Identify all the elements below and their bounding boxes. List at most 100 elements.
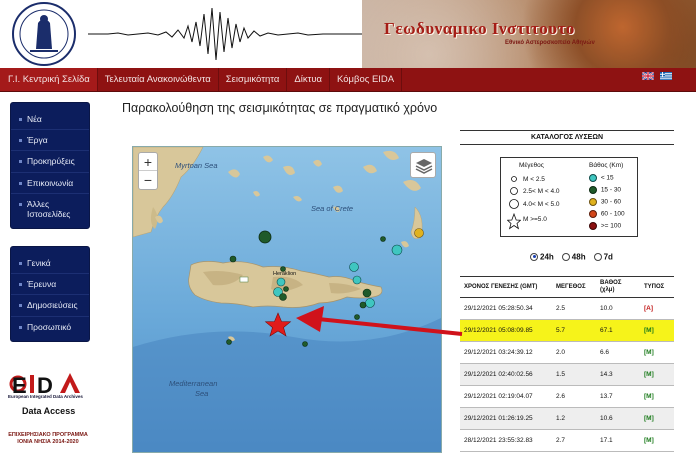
cell-mag: 1.2 xyxy=(552,407,596,431)
cell-time[interactable]: 29/12/2021 03:24:39.12 xyxy=(460,341,552,365)
legend-depth-label: 15 - 30 xyxy=(600,186,622,194)
depth-color-swatch xyxy=(589,210,597,218)
observatory-seal-logo[interactable] xyxy=(2,1,86,67)
cell-time[interactable]: 29/12/2021 05:28:50.34 xyxy=(460,297,552,321)
cell-depth: 17.1 xyxy=(596,429,640,453)
cell-type[interactable]: [A] xyxy=(640,297,674,321)
zoom-out-button[interactable]: − xyxy=(139,171,157,189)
greek-flag-icon[interactable] xyxy=(660,72,672,80)
table-row-highlighted[interactable]: 29/12/2021 05:08:09.85 5.7 67.1 [M] xyxy=(460,319,674,343)
cell-mag: 5.7 xyxy=(552,319,596,343)
legend-mag-4: M >=5.0 xyxy=(523,216,547,223)
cell-type[interactable]: [M] xyxy=(640,363,674,387)
sidebar-item-staff[interactable]: Προσωπικό xyxy=(11,317,89,337)
table-row[interactable]: 29/12/2021 02:40:02.56 1.5 14.3 [M] xyxy=(460,363,674,387)
depth-color-swatch xyxy=(589,186,597,194)
label-sea: Sea xyxy=(195,389,209,398)
legend-depth-label: < 15 xyxy=(600,174,614,182)
label-mediterranean: Mediterranean xyxy=(169,379,218,388)
cell-time[interactable]: 29/12/2021 02:19:04.07 xyxy=(460,385,552,409)
nav-home[interactable]: Γ.Ι. Κεντρική Σελίδα xyxy=(0,68,98,91)
cell-depth: 10.0 xyxy=(596,297,640,321)
range-48h[interactable]: 48h xyxy=(561,252,586,261)
cell-type[interactable]: [M] xyxy=(640,319,674,343)
range-7d[interactable]: 7d xyxy=(593,252,613,262)
legend-depth-2: 15 - 30 xyxy=(589,186,621,194)
cell-type[interactable]: [M] xyxy=(640,429,674,453)
legend-mag-1: M < 2.5 xyxy=(523,176,545,183)
legend-mag-3: 4.0< M < 5.0 xyxy=(523,201,560,208)
legend-depth-1: < 15 xyxy=(589,174,614,182)
sidebar-item-news[interactable]: Νέα xyxy=(11,109,89,131)
sidebar-item-research[interactable]: Έρευνα xyxy=(11,274,89,296)
cell-depth: 6.6 xyxy=(596,341,640,365)
page-title: Παρακολούθηση της σεισμικότητας σε πραγμ… xyxy=(122,101,438,115)
table-row[interactable]: 29/12/2021 01:26:19.25 1.2 10.6 [M] xyxy=(460,407,674,431)
radio-button[interactable] xyxy=(561,252,570,261)
table-row[interactable]: 29/12/2021 03:24:39.12 2.0 6.6 [M] xyxy=(460,341,674,365)
sidebar-item-projects[interactable]: Έργα xyxy=(11,130,89,152)
col-depth: ΒΑΘΟΣ (χλμ) xyxy=(596,275,640,299)
label-sea-of-crete: Sea of Crete xyxy=(311,204,354,213)
seismogram-graphic xyxy=(88,7,366,61)
range-label: 24h xyxy=(540,252,554,262)
map-legend: Μέγεθος Βάθος (Km) M < 2.5 2.5< M < 4.0 … xyxy=(500,157,638,237)
sidebar-item-calls[interactable]: Προκηρύξεις xyxy=(11,151,89,173)
cell-time[interactable]: 29/12/2021 05:08:09.85 xyxy=(460,319,552,343)
table-row[interactable]: 28/12/2021 23:55:32.83 2.7 17.1 [M] xyxy=(460,429,674,453)
cell-type[interactable]: [M] xyxy=(640,385,674,409)
sidebar-item-general[interactable]: Γενικά xyxy=(11,253,89,275)
magnitude-symbols xyxy=(507,176,521,230)
range-24h[interactable]: 24h xyxy=(530,252,554,261)
cell-mag: 1.5 xyxy=(552,363,596,387)
nav-seismicity[interactable]: Σεισμικότητα xyxy=(219,68,288,91)
main-navbar: Γ.Ι. Κεντρική Σελίδα Τελευταία Ανακοινώθ… xyxy=(0,68,696,92)
cell-type[interactable]: [M] xyxy=(640,341,674,365)
legend-depth-5: >= 100 xyxy=(589,222,621,230)
depth-color-swatch xyxy=(589,222,597,230)
institute-title: Γεωδυναμικο Ινστιτουτο xyxy=(384,19,575,38)
sidebar-menu-secondary: Γενικά Έρευνα Δημοσιεύσεις Προσωπικό xyxy=(10,246,90,342)
range-label: 7d xyxy=(603,252,613,262)
zoom-in-button[interactable]: + xyxy=(139,153,157,171)
layers-icon xyxy=(415,159,433,174)
cell-time[interactable]: 29/12/2021 02:40:02.56 xyxy=(460,363,552,387)
cell-depth: 10.6 xyxy=(596,407,640,431)
uk-flag-icon[interactable] xyxy=(642,72,654,80)
sidebar-item-other-sites[interactable]: Άλλες Ιστοσελίδες xyxy=(11,194,89,224)
col-origin-time: ΧΡΟΝΟΣ ΓΕΝΕΣΗΣ (GMT) xyxy=(460,275,552,299)
cell-mag: 2.5 xyxy=(552,297,596,321)
nav-networks[interactable]: Δίκτυα xyxy=(287,68,331,91)
layers-button[interactable] xyxy=(410,152,436,178)
cell-mag: 2.6 xyxy=(552,385,596,409)
legend-depth-label: 30 - 60 xyxy=(600,198,622,206)
col-magnitude: ΜΕΓΕΘΟΣ xyxy=(552,275,596,299)
radio-button[interactable] xyxy=(593,252,602,261)
sidebar-item-publications[interactable]: Δημοσιεύσεις xyxy=(11,295,89,317)
seismicity-map[interactable]: Myrtoan Sea Sea of Crete Heraklion Medit… xyxy=(132,146,442,453)
cell-mag: 2.7 xyxy=(552,429,596,453)
radio-button[interactable] xyxy=(530,252,538,261)
cell-time[interactable]: 28/12/2021 23:55:32.83 xyxy=(460,429,552,453)
sidebar-item-contact[interactable]: Επικοινωνία xyxy=(11,173,89,194)
table-row[interactable]: 29/12/2021 02:19:04.07 2.6 13.7 [M] xyxy=(460,385,674,409)
cell-mag: 2.0 xyxy=(552,341,596,365)
nav-announcements[interactable]: Τελευταία Ανακοινώθεντα xyxy=(98,68,219,91)
program-banner-text[interactable]: ΕΠΙΧΕΙΡΗΣΙΑΚΟ ΠΡΟΓΡΑΜΜΑ ΙΟΝΙΑ ΝΗΣΙΑ 2014… xyxy=(8,432,88,446)
data-access-link[interactable]: Data Access xyxy=(22,406,75,416)
legend-depth-3: 30 - 60 xyxy=(589,198,621,206)
map-zoom-control: + − xyxy=(138,152,158,190)
nav-eida-node[interactable]: Κόμβος EIDA xyxy=(330,68,403,91)
institute-subtitle: Εθνικό Αστεροσκοπείο Αθηνών xyxy=(505,40,595,46)
earthquake-table: ΧΡΟΝΟΣ ΓΕΝΕΣΗΣ (GMT) ΜΕΓΕΘΟΣ ΒΑΘΟΣ (χλμ)… xyxy=(460,275,674,453)
cell-depth: 14.3 xyxy=(596,363,640,387)
label-heraklion: Heraklion xyxy=(273,271,297,277)
cell-time[interactable]: 29/12/2021 01:26:19.25 xyxy=(460,407,552,431)
depth-color-swatch xyxy=(589,174,597,182)
table-row[interactable]: 29/12/2021 05:28:50.34 2.5 10.0 [A] xyxy=(460,297,674,321)
sidebar-menu-primary: Νέα Έργα Προκηρύξεις Επικοινωνία Άλλες Ι… xyxy=(10,102,90,230)
legend-mag-2: 2.5< M < 4.0 xyxy=(523,188,560,195)
cell-type[interactable]: [M] xyxy=(640,407,674,431)
col-type: ΤΥΠΟΣ xyxy=(640,275,674,299)
legend-depth-4: 60 - 100 xyxy=(589,210,625,218)
